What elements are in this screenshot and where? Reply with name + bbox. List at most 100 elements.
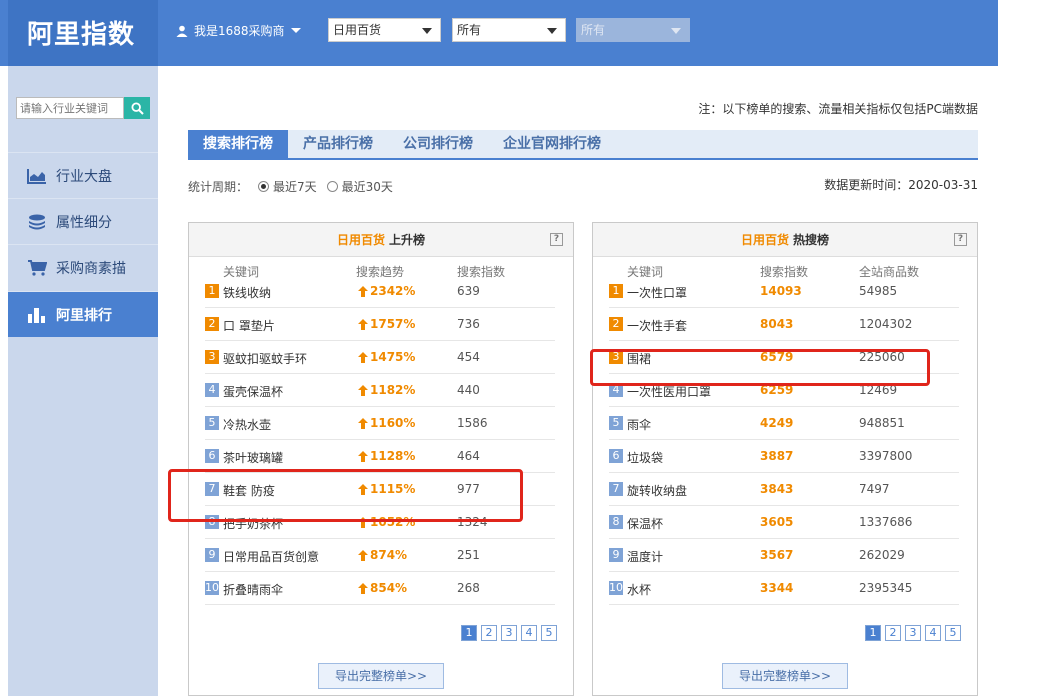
export-full-list-button[interactable]: 导出完整榜单>>	[722, 663, 848, 689]
page-1-button[interactable]: 1	[461, 625, 477, 641]
help-icon[interactable]: ?	[954, 233, 967, 246]
search-trend-value: 1128%	[370, 449, 416, 463]
rank-badge: 10	[609, 581, 623, 595]
keyword-link[interactable]: 一次性手套	[627, 317, 687, 334]
search-index-value: 3605	[760, 515, 794, 529]
list-item[interactable]: 4 蛋壳保温杯 1182% 440	[205, 374, 555, 407]
user-icon	[176, 25, 188, 37]
panel-title: 日用百货 上升榜 ?	[189, 223, 573, 257]
panel-category: 日用百货	[740, 233, 789, 247]
search-index-value: 440	[457, 383, 480, 397]
highlight-annotation	[168, 469, 523, 522]
search-button[interactable]	[124, 97, 150, 119]
sidebar-item-attribute-detail[interactable]: 属性细分	[8, 198, 158, 244]
period-selector: 统计周期： 最近7天 最近30天	[188, 178, 393, 195]
page-2-button[interactable]: 2	[885, 625, 901, 641]
page-5-button[interactable]: 5	[541, 625, 557, 641]
page-1-button[interactable]: 1	[865, 625, 881, 641]
subcategory-select[interactable]: 所有	[452, 18, 566, 42]
hot-list-panel: 日用百货 热搜榜 ? 关键词 搜索指数 全站商品数 1 一次性口罩 14093 5498…	[592, 222, 978, 696]
user-role-label: 我是1688采购商	[194, 24, 285, 38]
chevron-down-icon	[547, 28, 557, 34]
sidebar-item-industry-overview[interactable]: 行业大盘	[8, 152, 158, 198]
list-item[interactable]: 9 日常用品百货创意 874% 251	[205, 539, 555, 572]
update-time: 数据更新时间：2020-03-31	[824, 178, 978, 192]
product-count-value: 3397800	[859, 449, 913, 463]
tab-product-ranking[interactable]: 产品排行榜	[288, 130, 388, 158]
panel-title: 日用百货 热搜榜 ?	[593, 223, 977, 257]
panel-kind: 热搜榜	[793, 233, 830, 247]
subcategory-select-value: 所有	[457, 23, 482, 37]
logo[interactable]: 阿里指数	[27, 14, 135, 51]
industry-select[interactable]: 日用百货	[328, 18, 441, 42]
product-count-value: 7497	[859, 482, 890, 496]
keyword-link[interactable]: 旋转收纳盘	[627, 482, 687, 499]
keyword-link[interactable]: 温度计	[627, 548, 663, 565]
list-item[interactable]: 8 保温杯 3605 1337686	[609, 506, 959, 539]
list-item[interactable]: 10 水杯 3344 2395345	[609, 572, 959, 605]
rising-list-panel: 日用百货 上升榜 ? 关键词 搜索趋势 搜索指数 1 铁线收纳 2342% 639 2 口 …	[188, 222, 574, 696]
list-item[interactable]: 5 雨伞 4249 948851	[609, 407, 959, 440]
list-item[interactable]: 2 口 罩垫片 1757% 736	[205, 308, 555, 341]
tab-search-ranking[interactable]: 搜索排行榜	[188, 130, 288, 158]
list-item[interactable]: 7 旋转收纳盘 3843 7497	[609, 473, 959, 506]
period-radio-7d[interactable]	[258, 181, 270, 192]
period-radio-30d[interactable]	[326, 181, 338, 192]
search-icon	[130, 101, 144, 115]
bar-rank-icon	[26, 306, 48, 324]
page-4-button[interactable]: 4	[521, 625, 537, 641]
list-item[interactable]: 10 折叠晴雨伞 854% 268	[205, 572, 555, 605]
sidebar-item-buyer-profile[interactable]: 采购商素描	[8, 244, 158, 290]
up-arrow-icon	[358, 352, 368, 366]
keyword-link[interactable]: 折叠晴雨伞	[223, 581, 283, 598]
keyword-link[interactable]: 铁线收纳	[223, 284, 271, 301]
keyword-link[interactable]: 日常用品百货创意	[223, 548, 319, 565]
chevron-down-icon	[290, 28, 301, 33]
list-item[interactable]: 9 温度计 3567 262029	[609, 539, 959, 572]
page-3-button[interactable]: 3	[501, 625, 517, 641]
export-full-list-button[interactable]: 导出完整榜单>>	[318, 663, 444, 689]
logo-box: 阿里指数	[8, 0, 158, 66]
keyword-link[interactable]: 水杯	[627, 581, 651, 598]
list-item[interactable]: 2 一次性手套 8043 1204302	[609, 308, 959, 341]
page-5-button[interactable]: 5	[945, 625, 961, 641]
list-item[interactable]: 5 冷热水壶 1160% 1586	[205, 407, 555, 440]
rank-badge: 2	[205, 317, 219, 331]
rank-badge: 9	[205, 548, 219, 562]
product-count-value: 2395345	[859, 581, 913, 595]
search-index-value: 251	[457, 548, 480, 562]
page-3-button[interactable]: 3	[905, 625, 921, 641]
list-item[interactable]: 1 一次性口罩 14093 54985	[609, 275, 959, 308]
product-count-value: 1204302	[859, 317, 913, 331]
keyword-link[interactable]: 蛋壳保温杯	[223, 383, 283, 400]
keyword-link[interactable]: 茶叶玻璃罐	[223, 449, 283, 466]
keyword-link[interactable]: 口 罩垫片	[223, 317, 275, 334]
keyword-link[interactable]: 雨伞	[627, 416, 651, 433]
period-option-30d[interactable]: 最近30天	[342, 178, 393, 195]
layers-icon	[26, 213, 48, 231]
period-option-7d[interactable]: 最近7天	[273, 178, 317, 195]
list-item[interactable]: 3 驱蚊扣驱蚊手环 1475% 454	[205, 341, 555, 374]
rank-badge: 1	[205, 284, 219, 298]
help-icon[interactable]: ?	[550, 233, 563, 246]
keyword-link[interactable]: 垃圾袋	[627, 449, 663, 466]
tab-website-ranking[interactable]: 企业官网排行榜	[488, 130, 616, 158]
list-item[interactable]: 6 垃圾袋 3887 3397800	[609, 440, 959, 473]
user-role-menu[interactable]: 我是1688采购商	[176, 22, 301, 39]
page-4-button[interactable]: 4	[925, 625, 941, 641]
chevron-down-icon	[422, 28, 432, 34]
tab-company-ranking[interactable]: 公司排行榜	[388, 130, 488, 158]
up-arrow-icon	[358, 451, 368, 465]
sidebar-item-ali-ranking[interactable]: 阿里排行	[8, 291, 158, 337]
search-index-value: 639	[457, 284, 480, 298]
keyword-link[interactable]: 驱蚊扣驱蚊手环	[223, 350, 307, 367]
keyword-link[interactable]: 一次性口罩	[627, 284, 687, 301]
industry-search-input[interactable]	[16, 97, 124, 119]
rank-badge: 1	[609, 284, 623, 298]
keyword-link[interactable]: 保温杯	[627, 515, 663, 532]
up-arrow-icon	[358, 418, 368, 432]
search-index-value: 268	[457, 581, 480, 595]
keyword-link[interactable]: 冷热水壶	[223, 416, 271, 433]
list-item[interactable]: 1 铁线收纳 2342% 639	[205, 275, 555, 308]
page-2-button[interactable]: 2	[481, 625, 497, 641]
